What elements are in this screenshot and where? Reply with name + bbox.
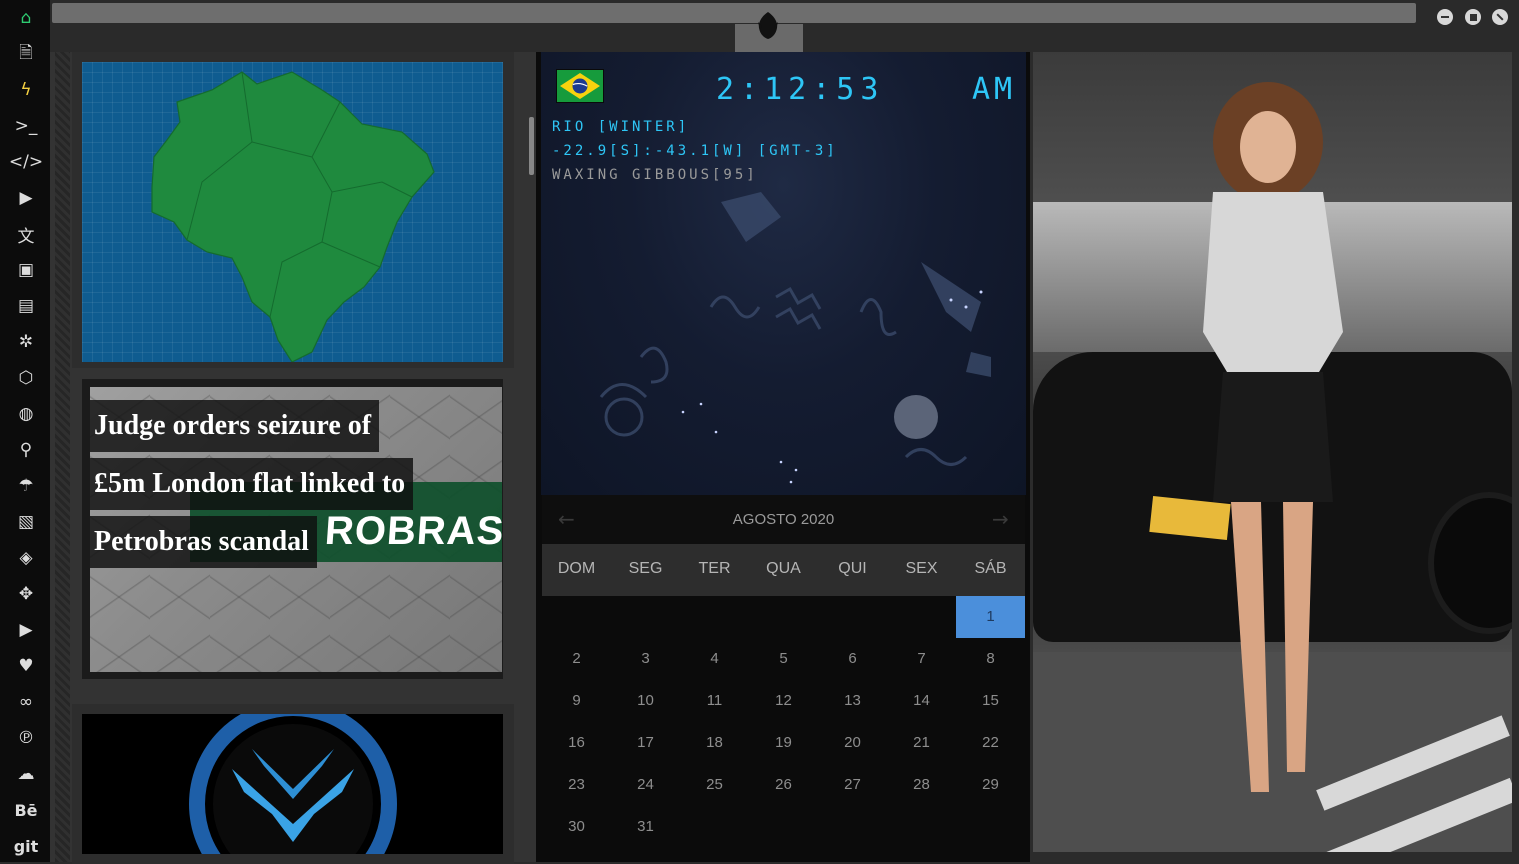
calendar-day[interactable]: 31 — [611, 806, 680, 848]
calendar-day[interactable]: 14 — [887, 680, 956, 722]
calendar-day[interactable]: 24 — [611, 764, 680, 806]
calendar-day[interactable]: 6 — [818, 638, 887, 680]
umbrella-icon[interactable]: ☂ — [13, 473, 39, 499]
image-icon[interactable]: ▣ — [13, 257, 39, 283]
pinterest-icon[interactable]: ℗ — [13, 725, 39, 751]
shield-logo-panel[interactable] — [82, 714, 503, 854]
brazil-flag-icon — [556, 69, 604, 103]
behance-icon[interactable]: Bē — [13, 797, 39, 823]
hexagon-icon[interactable]: ⬡ — [13, 365, 39, 391]
brazil-map[interactable] — [82, 62, 503, 363]
calendar-day[interactable]: 4 — [680, 638, 749, 680]
title-bar — [50, 0, 1519, 52]
weekday-label: QUI — [838, 560, 867, 577]
moon-phase: WAXING GIBBOUS[95] — [552, 167, 758, 183]
calendar-day[interactable]: 22 — [956, 722, 1025, 764]
cloud-icon[interactable]: ☁ — [13, 761, 39, 787]
calendar-weekday-header: DOM SEG TER QUA QUI SEX SÁB — [542, 544, 1025, 596]
news-headline-line-2[interactable]: £5m London flat linked to — [90, 458, 414, 510]
calendar-day[interactable]: 19 — [749, 722, 818, 764]
translate-icon[interactable]: 文 — [13, 221, 39, 247]
calendar-day[interactable]: 9 — [542, 680, 611, 722]
youtube-icon[interactable]: ▶ — [13, 617, 39, 643]
calendar-day[interactable]: 12 — [749, 680, 818, 722]
wallpaper-photo[interactable] — [1033, 52, 1512, 852]
calendar-day[interactable]: 11 — [680, 680, 749, 722]
document-icon[interactable]: 🗎 — [13, 41, 39, 67]
calendar-day[interactable]: 17 — [611, 722, 680, 764]
play-icon[interactable]: ▶ — [13, 185, 39, 211]
calendar-next-button[interactable]: → — [992, 507, 1009, 531]
minimize-button[interactable] — [1437, 9, 1453, 25]
calendar-day[interactable]: 2 — [542, 638, 611, 680]
calendar-day[interactable]: 29 — [956, 764, 1025, 806]
calendar-day[interactable]: 16 — [542, 722, 611, 764]
weekday-label: SÁB — [974, 560, 1007, 577]
news-image-sign: ROBRAS — [323, 509, 502, 553]
weekday-label: SEX — [905, 560, 938, 577]
globe-icon[interactable]: ◍ — [13, 401, 39, 427]
home-icon[interactable]: ⌂ — [13, 5, 39, 31]
calendar-header: ← AGOSTO 2020 → — [542, 495, 1025, 544]
calendar-day[interactable]: 13 — [818, 680, 887, 722]
calendar-day[interactable]: 5 — [749, 638, 818, 680]
calendar-title[interactable]: AGOSTO 2020 — [542, 511, 1025, 528]
news-headline-line-1[interactable]: Judge orders seizure of — [90, 400, 380, 452]
calendar-day[interactable]: 25 — [680, 764, 749, 806]
news-headline-line-3[interactable]: Petrobras scandal — [90, 516, 317, 568]
search-icon[interactable]: ⚲ — [13, 437, 39, 463]
calendar-day[interactable]: 26 — [749, 764, 818, 806]
git-icon[interactable]: git — [13, 833, 39, 859]
calendar-day[interactable]: 28 — [887, 764, 956, 806]
calendar-day[interactable]: 30 — [542, 806, 611, 848]
newspaper-icon[interactable]: ▤ — [13, 293, 39, 319]
calendar-day[interactable]: 10 — [611, 680, 680, 722]
bolt-icon[interactable]: ϟ — [13, 77, 39, 103]
close-button[interactable] — [1492, 9, 1508, 25]
rebel-alliance-icon — [758, 12, 778, 39]
calendar-day[interactable]: 27 — [818, 764, 887, 806]
clock-location: RIO [WINTER] — [552, 119, 690, 135]
terminal-icon[interactable]: >_ — [13, 113, 39, 139]
calendar-day[interactable]: 8 — [956, 638, 1025, 680]
infinity-icon[interactable]: ∞ — [13, 689, 39, 715]
sidebar: ⌂ 🗎 ϟ >_ </> ▶ 文 ▣ ▤ ✲ ⬡ ◍ ⚲ ☂ ▧ ◈ ✥ ▶ ♥ ∞ ℗ ☁ Bē git — [0, 0, 50, 862]
calendar-day[interactable]: 3 — [611, 638, 680, 680]
calendar: ← AGOSTO 2020 → DOM SEG TER QUA QUI SEX … — [542, 495, 1025, 862]
brazil-shape-icon — [151, 71, 435, 363]
calendar-day[interactable]: 21 — [887, 722, 956, 764]
expand-icon[interactable]: ✥ — [13, 581, 39, 607]
weekday-label: DOM — [557, 560, 596, 577]
calendar-day[interactable]: 20 — [818, 722, 887, 764]
clock-time: 2:12:53 — [716, 72, 885, 107]
scrollbar[interactable] — [529, 117, 534, 175]
person-figure-icon — [1203, 82, 1343, 792]
galactic-empire-icon[interactable]: ✲ — [13, 329, 39, 355]
heart-icon[interactable]: ♥ — [13, 653, 39, 679]
shield-logo-icon — [189, 714, 397, 854]
calendar-day[interactable]: 7 — [887, 638, 956, 680]
maximize-button[interactable] — [1465, 9, 1481, 25]
calendar-day[interactable]: 18 — [680, 722, 749, 764]
code-link-icon[interactable]: ◈ — [13, 545, 39, 571]
weekday-label: SEG — [628, 560, 663, 577]
calendar-day[interactable]: 15 — [956, 680, 1025, 722]
contact-card-icon[interactable]: ▧ — [13, 509, 39, 535]
address-bar[interactable] — [52, 3, 1416, 23]
calendar-day[interactable]: 1 — [956, 596, 1025, 638]
weekday-label: QUA — [766, 560, 801, 577]
code-icon[interactable]: </> — [9, 149, 43, 175]
calendar-day[interactable]: 23 — [542, 764, 611, 806]
clock-ampm: AM — [972, 72, 1017, 107]
weekday-label: TER — [698, 560, 731, 577]
clock-coordinates: -22.9[S]:-43.1[W] [GMT-3] — [552, 143, 838, 159]
